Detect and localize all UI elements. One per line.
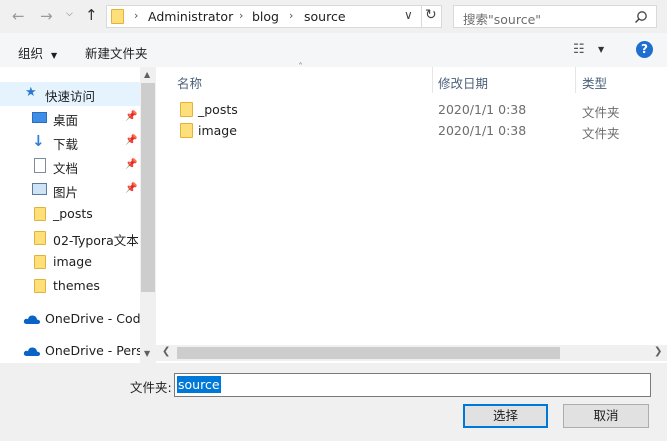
sidebar-item-downloads[interactable]: ↓ 下载 📌: [0, 130, 140, 154]
breadcrumb-chevron-icon: ›: [134, 9, 139, 22]
scroll-right-icon[interactable]: ❯: [654, 346, 662, 357]
folder-field-label: 文件夹:: [130, 380, 172, 395]
file-list: ˄ 名称 修改日期 类型 _posts 2020/1/1 0:38 文件夹 im…: [156, 62, 667, 363]
sidebar-item-label: 文档: [53, 161, 79, 176]
column-divider[interactable]: [575, 67, 576, 93]
address-divider: [421, 5, 422, 28]
folder-icon: [34, 255, 46, 269]
sidebar-item-label: _posts: [53, 206, 93, 221]
folder-icon: [34, 207, 46, 221]
search-box[interactable]: 搜索"source": [453, 5, 657, 28]
sidebar-item-label: 下载: [53, 137, 79, 152]
sidebar-item-label: OneDrive - Code: [45, 311, 140, 326]
pin-icon[interactable]: 📌: [125, 111, 137, 122]
desktop-icon: [32, 112, 47, 123]
forward-button[interactable]: →: [40, 9, 53, 24]
pin-icon[interactable]: 📌: [125, 135, 137, 146]
cloud-icon: [23, 347, 41, 356]
sidebar-item-label: image: [53, 254, 92, 269]
sort-ascending-icon: ˄: [298, 62, 303, 73]
recent-locations-dropdown[interactable]: ⌵: [66, 9, 73, 19]
address-history-chevron-icon[interactable]: ∨: [404, 8, 413, 22]
file-date: 2020/1/1 0:38: [438, 102, 527, 117]
file-name: _posts: [198, 102, 238, 117]
sidebar-item-pictures[interactable]: 图片 📌: [0, 178, 140, 202]
sidebar-item-quick-access[interactable]: ★ 快速访问: [0, 82, 140, 106]
star-icon: ★: [25, 85, 37, 100]
scrollbar-thumb[interactable]: [177, 347, 560, 359]
search-icon[interactable]: [634, 10, 648, 24]
scroll-left-icon[interactable]: ❮: [162, 346, 170, 357]
sidebar-item-label: 图片: [53, 185, 79, 200]
sidebar-item-typora[interactable]: 02-Typora文本: [0, 226, 140, 250]
download-icon: ↓: [32, 132, 45, 150]
sidebar-item-desktop[interactable]: 桌面 📌: [0, 106, 140, 130]
picture-icon: [32, 183, 47, 195]
up-button[interactable]: ↑: [85, 6, 98, 24]
pin-icon[interactable]: 📌: [125, 183, 137, 194]
file-type: 文件夹: [582, 105, 620, 120]
address-bar[interactable]: › Administrator › blog › source ∨ ↻: [106, 5, 442, 28]
folder-icon: [34, 279, 46, 293]
breadcrumb-administrator[interactable]: Administrator: [148, 9, 233, 24]
breadcrumb-source[interactable]: source: [304, 9, 346, 24]
sidebar-item-themes[interactable]: themes: [0, 274, 140, 298]
dropdown-arrow-icon: ▼: [51, 51, 58, 60]
breadcrumb-blog[interactable]: blog: [252, 9, 279, 24]
file-type: 文件夹: [582, 126, 620, 141]
sidebar-item-documents[interactable]: 文档 📌: [0, 154, 140, 178]
document-icon: [34, 158, 46, 173]
file-date: 2020/1/1 0:38: [438, 123, 527, 138]
column-header-name[interactable]: 名称: [177, 73, 202, 92]
column-divider[interactable]: [432, 67, 433, 93]
search-input[interactable]: 搜索"source": [463, 9, 541, 28]
back-button[interactable]: ←: [12, 9, 25, 24]
help-button[interactable]: ?: [636, 41, 653, 58]
sidebar-item-label: themes: [53, 278, 100, 293]
file-row-image[interactable]: image 2020/1/1 0:38 文件夹: [156, 120, 667, 141]
cloud-icon: [23, 315, 41, 324]
folder-name-input[interactable]: source: [174, 373, 651, 397]
scroll-down-icon[interactable]: ▼: [144, 349, 150, 358]
column-header-date[interactable]: 修改日期: [438, 73, 488, 92]
sidebar-item-onedrive-personal[interactable]: OneDrive - Perso: [0, 339, 140, 363]
column-header-type[interactable]: 类型: [582, 73, 607, 92]
organize-menu-button[interactable]: 组织 ▼: [18, 43, 57, 62]
breadcrumb-chevron-icon: ›: [239, 9, 244, 22]
folder-icon: [34, 231, 46, 245]
scroll-up-icon[interactable]: ▲: [144, 70, 150, 79]
cancel-button[interactable]: 取消: [563, 404, 649, 428]
sidebar-item-label: 02-Typora文本: [53, 233, 139, 248]
file-name: image: [198, 123, 237, 138]
sidebar-item-label: 快速访问: [45, 89, 96, 104]
new-folder-button[interactable]: 新建文件夹: [85, 43, 148, 62]
organize-label: 组织: [18, 46, 44, 61]
folder-icon: [180, 123, 193, 138]
toolbar: 组织 ▼ 新建文件夹 ☷ ▼ ?: [0, 33, 667, 67]
folder-icon: [111, 9, 124, 24]
folder-name-value: source: [177, 376, 221, 393]
file-row-posts[interactable]: _posts 2020/1/1 0:38 文件夹: [156, 99, 667, 120]
sidebar-scrollbar[interactable]: ▲ ▼: [140, 67, 156, 363]
navigation-pane: ★ 快速访问 桌面 📌 ↓ 下载 📌 文档 📌 图片 📌 _posts 02-T…: [0, 67, 156, 363]
sidebar-item-onedrive-code[interactable]: OneDrive - Code: [0, 307, 140, 331]
folder-icon: [180, 102, 193, 117]
file-list-hscrollbar[interactable]: ❮ ❯: [156, 345, 667, 361]
sidebar-item-posts[interactable]: _posts: [0, 202, 140, 226]
breadcrumb-chevron-icon: ›: [289, 9, 294, 22]
sidebar-item-label: OneDrive - Perso: [45, 343, 140, 358]
scrollbar-thumb[interactable]: [141, 83, 155, 292]
refresh-icon[interactable]: ↻: [425, 7, 437, 23]
view-options-icon[interactable]: ☷: [573, 42, 585, 57]
select-button[interactable]: 选择: [463, 404, 548, 428]
view-dropdown-icon[interactable]: ▼: [598, 45, 604, 54]
sidebar-item-image[interactable]: image: [0, 250, 140, 274]
pin-icon[interactable]: 📌: [125, 159, 137, 170]
sidebar-item-label: 桌面: [53, 113, 79, 128]
